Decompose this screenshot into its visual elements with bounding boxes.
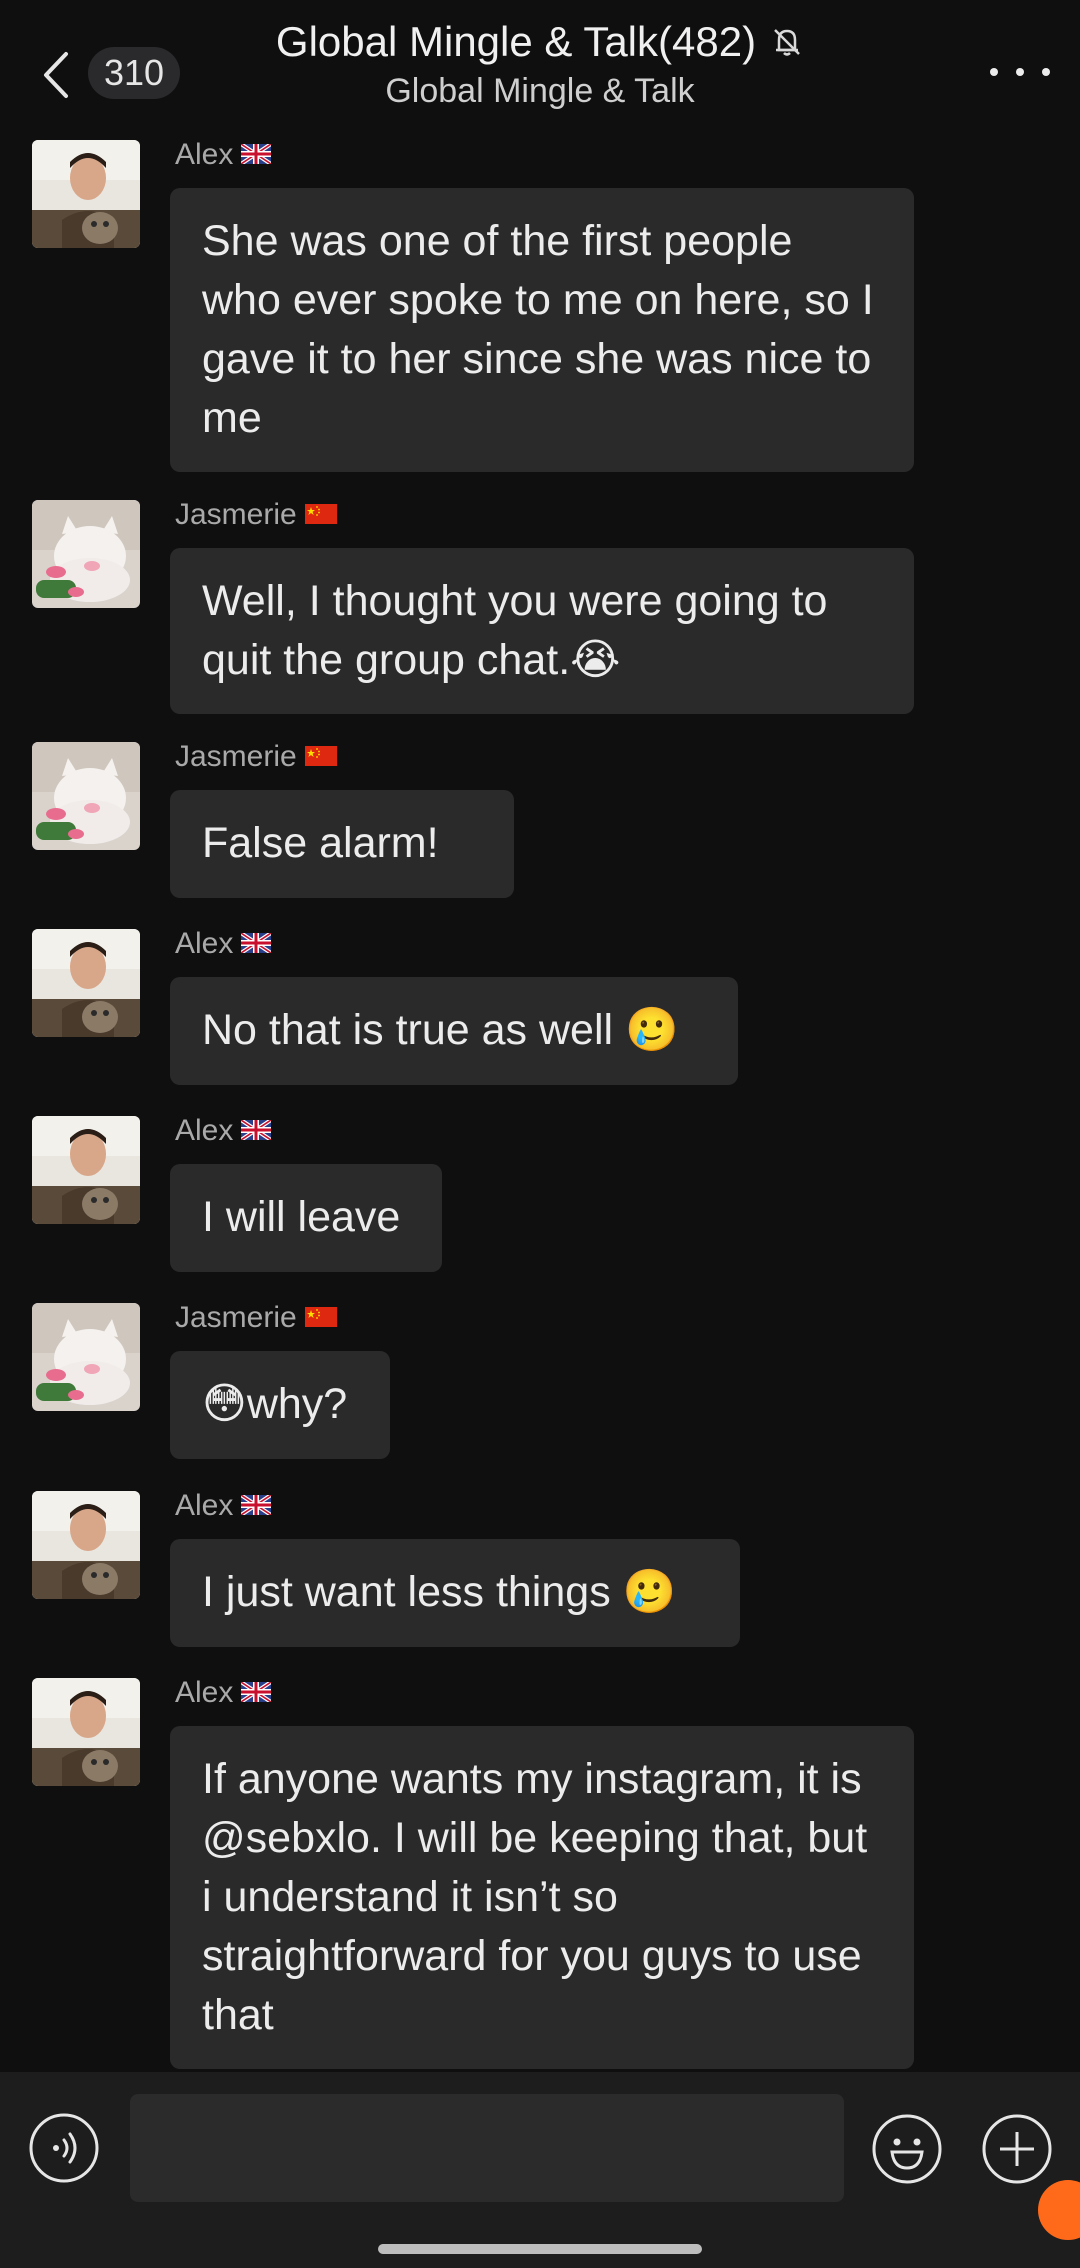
message-text: I will leave — [202, 1193, 401, 1241]
emoji-button[interactable] — [870, 2112, 944, 2186]
message-bubble[interactable]: False alarm! — [170, 790, 514, 898]
avatar[interactable] — [32, 1303, 140, 1411]
smiley-icon — [872, 2114, 942, 2184]
china-flag-icon — [305, 740, 337, 774]
emoji: 🥲 — [622, 1568, 677, 1616]
sender-name: Jasmerie — [175, 1301, 337, 1335]
more-options-button[interactable] — [990, 52, 1050, 92]
china-flag-icon — [305, 1301, 337, 1335]
message-bubble[interactable]: No that is true as well 🥲 — [170, 977, 738, 1085]
sender-name-text: Alex — [175, 1489, 234, 1522]
dot — [1016, 68, 1024, 76]
back-button[interactable] — [40, 45, 80, 105]
message-text: If anyone wants my instagram, it is @seb… — [202, 1755, 868, 2039]
avatar[interactable] — [32, 742, 140, 850]
uk-flag-icon — [241, 1489, 271, 1523]
message-text: False alarm! — [202, 819, 439, 867]
group-title: Global Mingle & Talk(482) — [275, 18, 757, 65]
avatar[interactable] — [32, 929, 140, 1037]
message-bubble[interactable]: If anyone wants my instagram, it is @seb… — [170, 1726, 914, 2069]
china-flag-icon — [305, 498, 337, 532]
sender-name-text: Jasmerie — [175, 1301, 297, 1334]
message-bubble[interactable]: I just want less things 🥲 — [170, 1539, 740, 1647]
sender-name-text: Alex — [175, 1114, 234, 1147]
voice-icon — [29, 2113, 99, 2183]
sender-name-text: Alex — [175, 1676, 234, 1709]
uk-flag-icon — [241, 1676, 271, 1710]
sender-name: Jasmerie — [175, 498, 337, 532]
uk-flag-icon — [241, 927, 271, 961]
group-subtitle: Global Mingle & Talk — [385, 72, 695, 110]
avatar[interactable] — [32, 500, 140, 608]
message-text: She was one of the first people who ever… — [202, 217, 874, 442]
sender-name-text: Alex — [175, 927, 234, 960]
message-bubble[interactable]: 😳why? — [170, 1351, 390, 1459]
bell-off-icon — [774, 29, 800, 56]
avatar[interactable] — [32, 1491, 140, 1599]
more-actions-button[interactable] — [980, 2112, 1054, 2186]
sender-name-text: Jasmerie — [175, 498, 297, 531]
message-bubble[interactable]: She was one of the first people who ever… — [170, 188, 914, 472]
avatar[interactable] — [32, 1678, 140, 1786]
sender-name: Alex — [175, 1114, 271, 1148]
chat-header: 310 Global Mingle & Talk(482) Global Min… — [0, 0, 1080, 135]
message-text: I just want less things — [202, 1568, 623, 1616]
home-indicator[interactable] — [378, 2244, 702, 2254]
message-text: Well, I thought you were going to quit t… — [202, 577, 828, 684]
sender-name-text: Alex — [175, 138, 234, 171]
sender-name: Jasmerie — [175, 740, 337, 774]
emoji: 😳 — [202, 1380, 247, 1428]
sender-name: Alex — [175, 1489, 271, 1523]
message-bubble[interactable]: Well, I thought you were going to quit t… — [170, 548, 914, 714]
input-bar — [0, 2072, 1080, 2268]
uk-flag-icon — [241, 138, 271, 172]
message-text: why? — [246, 1380, 348, 1428]
avatar[interactable] — [32, 140, 140, 248]
dot — [1042, 68, 1050, 76]
more-dots-icon — [990, 68, 998, 76]
message-text: No that is true as well — [202, 1006, 626, 1054]
title-block[interactable]: Global Mingle & Talk(482) Global Mingle … — [200, 18, 880, 111]
sender-name-text: Jasmerie — [175, 740, 297, 773]
message-bubble[interactable]: I will leave — [170, 1164, 442, 1272]
sender-name: Alex — [175, 138, 271, 172]
emoji: 🥲 — [625, 1006, 679, 1054]
emoji: 😭 — [570, 636, 621, 684]
sender-name: Alex — [175, 927, 271, 961]
avatar[interactable] — [32, 1116, 140, 1224]
plus-icon — [982, 2114, 1052, 2184]
voice-button[interactable] — [28, 2112, 100, 2184]
group-title-row: Global Mingle & Talk(482) — [276, 18, 804, 66]
unread-count-badge[interactable]: 310 — [88, 47, 181, 99]
uk-flag-icon — [241, 1114, 271, 1148]
message-input[interactable] — [130, 2094, 844, 2202]
sender-name: Alex — [175, 1676, 271, 1710]
chevron-left-icon — [44, 52, 68, 98]
